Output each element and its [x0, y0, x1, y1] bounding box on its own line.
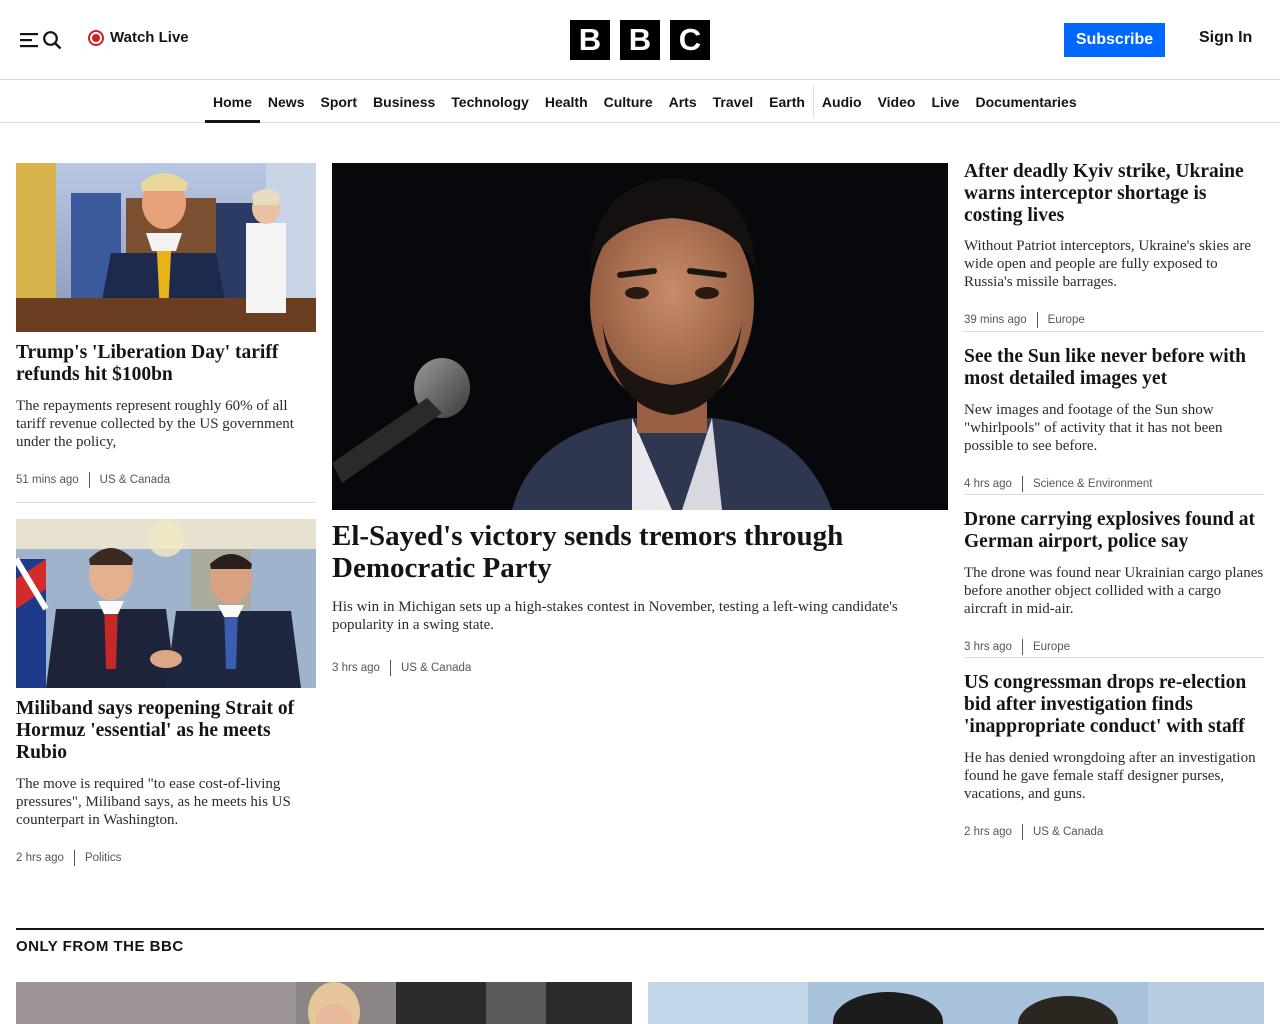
story-time: 3 hrs ago [964, 641, 1012, 653]
meta-divider [1036, 312, 1038, 328]
nav-item-earth[interactable]: Earth [761, 81, 813, 123]
meta-divider [1021, 639, 1023, 655]
story-headline[interactable]: Trump's 'Liberation Day' tariff refunds … [16, 342, 316, 386]
story-time: 51 mins ago [16, 474, 79, 486]
story-meta: 39 mins ago Europe [964, 312, 1264, 328]
nav-item-business[interactable]: Business [365, 81, 443, 123]
main-story-headline[interactable]: El-Sayed's victory sends tremors through… [332, 520, 948, 584]
subscribe-button[interactable]: Subscribe [1064, 23, 1165, 57]
story-divider [964, 331, 1264, 332]
logo-letter: B [570, 20, 610, 60]
feature-image-left[interactable] [16, 982, 632, 1024]
nav-item-arts[interactable]: Arts [661, 81, 705, 123]
story-card-kyiv[interactable]: After deadly Kyiv strike, Ukraine warns … [964, 161, 1264, 328]
story-summary: The move is required "to ease cost-of-li… [16, 776, 291, 828]
nav-item-culture[interactable]: Culture [596, 81, 661, 123]
search-icon [42, 30, 62, 50]
story-section[interactable]: Science & Environment [1033, 478, 1153, 490]
story-card-congressman[interactable]: US congressman drops re-election bid aft… [964, 672, 1264, 840]
story-time: 39 mins ago [964, 314, 1027, 326]
nav-item-technology[interactable]: Technology [443, 81, 537, 123]
nav-item-home[interactable]: Home [205, 81, 260, 123]
story-image-trump[interactable] [16, 163, 316, 332]
meta-divider [1021, 824, 1023, 840]
nav-item-audio[interactable]: Audio [814, 81, 870, 123]
story-headline[interactable]: See the Sun like never before with most … [964, 346, 1264, 390]
story-time: 2 hrs ago [964, 826, 1012, 838]
section-rule [16, 928, 1264, 930]
main-story-summary: His win in Michigan sets up a high-stake… [332, 599, 898, 633]
story-section[interactable]: Europe [1033, 641, 1070, 653]
section-title-only-from-bbc: ONLY FROM THE BBC [16, 938, 184, 955]
watch-live-link[interactable]: Watch Live [88, 29, 189, 46]
meta-divider [389, 660, 391, 676]
story-headline[interactable]: After deadly Kyiv strike, Ukraine warns … [964, 161, 1264, 227]
story-card-miliband[interactable]: Miliband says reopening Strait of Hormuz… [16, 698, 316, 866]
story-divider [964, 494, 1264, 495]
nav-item-travel[interactable]: Travel [705, 81, 761, 123]
story-meta: 3 hrs ago US & Canada [332, 660, 948, 676]
story-summary: The drone was found near Ukrainian cargo… [964, 565, 1264, 617]
bbc-logo[interactable]: B B C [570, 20, 710, 60]
main-nav: Home News Sport Business Technology Heal… [0, 81, 1280, 123]
story-section[interactable]: US & Canada [1033, 826, 1103, 838]
story-time: 3 hrs ago [332, 662, 380, 674]
story-meta: 2 hrs ago Politics [16, 850, 316, 866]
nav-item-sport[interactable]: Sport [312, 81, 365, 123]
meta-divider [1021, 476, 1023, 492]
menu-icon [20, 32, 40, 48]
story-summary: Without Patriot interceptors, Ukraine's … [964, 238, 1252, 290]
story-card-drone[interactable]: Drone carrying explosives found at Germa… [964, 509, 1264, 655]
nav-item-video[interactable]: Video [870, 81, 924, 123]
nav-item-documentaries[interactable]: Documentaries [967, 81, 1084, 123]
story-card-trump[interactable]: Trump's 'Liberation Day' tariff refunds … [16, 342, 316, 488]
meta-divider [88, 472, 90, 488]
nav-item-news[interactable]: News [260, 81, 313, 123]
watch-live-label: Watch Live [110, 29, 189, 46]
story-summary: The repayments represent roughly 60% of … [16, 398, 294, 450]
nav-item-live[interactable]: Live [923, 81, 967, 123]
sign-in-link[interactable]: Sign In [1199, 29, 1252, 47]
logo-letter: B [620, 20, 660, 60]
story-divider [16, 502, 316, 503]
logo-letter: C [670, 20, 710, 60]
story-meta: 4 hrs ago Science & Environment [964, 476, 1264, 492]
live-dot-icon [88, 29, 104, 46]
menu-search-button[interactable] [20, 28, 62, 52]
story-time: 4 hrs ago [964, 478, 1012, 490]
story-headline[interactable]: Drone carrying explosives found at Germa… [964, 509, 1264, 553]
feature-image-right[interactable] [648, 982, 1264, 1024]
story-meta: 51 mins ago US & Canada [16, 472, 316, 488]
story-section[interactable]: Europe [1048, 314, 1085, 326]
story-summary: New images and footage of the Sun show "… [964, 402, 1223, 454]
main-story-image[interactable] [332, 163, 948, 510]
meta-divider [73, 850, 75, 866]
site-header: Watch Live B B C Subscribe Sign In [0, 0, 1280, 80]
story-meta: 3 hrs ago Europe [964, 639, 1264, 655]
story-meta: 2 hrs ago US & Canada [964, 824, 1264, 840]
story-section[interactable]: US & Canada [401, 662, 471, 674]
story-divider [964, 657, 1264, 658]
story-time: 2 hrs ago [16, 852, 64, 864]
story-card-sun[interactable]: See the Sun like never before with most … [964, 346, 1264, 492]
story-image-miliband[interactable] [16, 519, 316, 688]
story-headline[interactable]: US congressman drops re-election bid aft… [964, 672, 1264, 738]
story-section[interactable]: Politics [85, 852, 121, 864]
main-story-card[interactable]: El-Sayed's victory sends tremors through… [332, 520, 948, 676]
story-summary: He has denied wrongdoing after an invest… [964, 750, 1256, 802]
story-headline[interactable]: Miliband says reopening Strait of Hormuz… [16, 698, 316, 764]
nav-item-health[interactable]: Health [537, 81, 596, 123]
story-section[interactable]: US & Canada [100, 474, 170, 486]
